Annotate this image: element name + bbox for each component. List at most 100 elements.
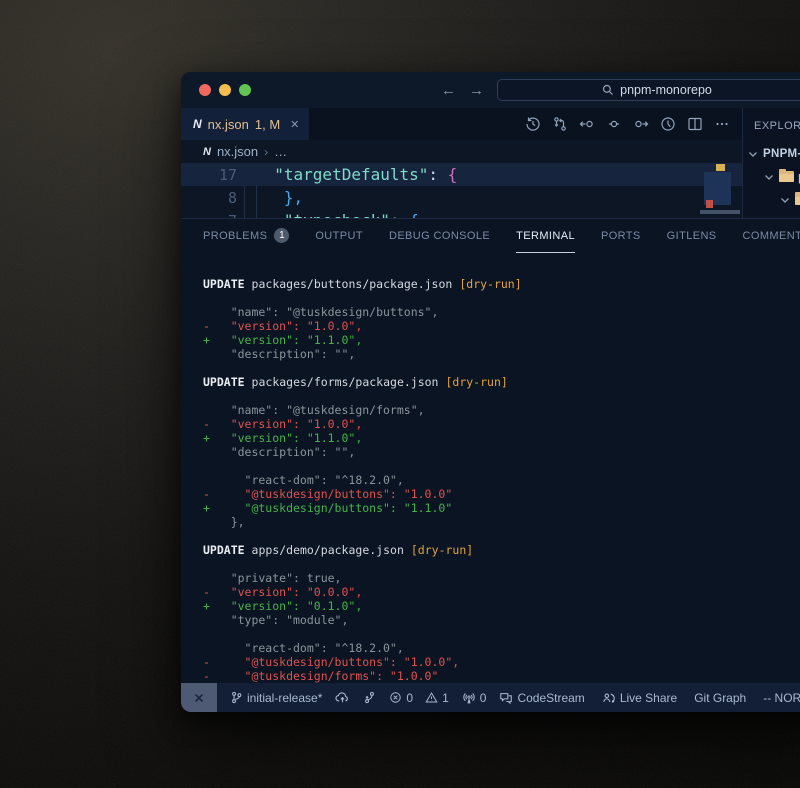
code-line: 7 "typecheck": {: [181, 209, 742, 218]
editor-actions: [525, 108, 742, 140]
remote-icon: [192, 691, 206, 705]
tab-gitlens[interactable]: GITLENS: [667, 219, 717, 253]
git-branch-button[interactable]: initial-release*: [230, 691, 322, 705]
problems-button[interactable]: 0 1: [389, 691, 448, 705]
explorer-folder-item[interactable]: [743, 188, 800, 211]
git-compare-icon[interactable]: [552, 116, 568, 132]
terminal-context-line: "react-dom": "^18.2.0",: [203, 641, 800, 655]
problems-count-badge: 1: [274, 228, 289, 243]
remote-indicator-button[interactable]: [181, 683, 217, 712]
terminal-context-line: "name": "@tuskdesign/buttons",: [203, 305, 800, 319]
nx-file-icon: N: [193, 117, 202, 131]
minimap[interactable]: [704, 163, 742, 218]
explorer-collapsed-item[interactable]: [743, 211, 800, 218]
explorer-folder-item[interactable]: packages: [743, 165, 800, 188]
minimize-window-button[interactable]: [219, 84, 231, 96]
terminal-update-line: UPDATEapps/demo/package.json[dry-run]: [203, 543, 800, 557]
indent-guide: [244, 186, 245, 218]
gitlens-graph-button[interactable]: [363, 691, 376, 704]
panel-tabs: PROBLEMS1 OUTPUT DEBUG CONSOLE TERMINAL …: [181, 219, 800, 253]
tab-nx-json[interactable]: N nx.json 1, M ✕: [181, 108, 309, 140]
live-share-button[interactable]: Live Share: [602, 691, 677, 705]
terminal-blank-line: [203, 389, 800, 403]
more-actions-icon[interactable]: [714, 116, 730, 132]
change-dot-icon[interactable]: [606, 116, 622, 132]
search-value: pnpm-monorepo: [620, 83, 712, 97]
terminal-blank-line: [203, 627, 800, 641]
terminal-deletion-line: - "version": "1.0.0",: [203, 417, 800, 431]
terminal-context-line: "description": "",: [203, 347, 800, 361]
warning-icon: [425, 691, 438, 704]
tab-terminal[interactable]: TERMINAL: [516, 219, 575, 253]
main-row: N nx.json 1, M ✕ N nx.js: [181, 108, 800, 218]
terminal-context-line: "description": "",: [203, 445, 800, 459]
horizontal-scrollbar[interactable]: [700, 210, 740, 214]
tab-ports[interactable]: PORTS: [601, 219, 641, 253]
editor-group: N nx.json 1, M ✕ N nx.js: [181, 108, 742, 218]
status-bar: initial-release* 0 1 0 CodeStream Live S…: [181, 683, 800, 712]
maximize-window-button[interactable]: [239, 84, 251, 96]
tab-comments[interactable]: COMMENTS: [743, 219, 800, 253]
terminal-deletion-line: - "version": "0.0.0",: [203, 585, 800, 599]
tab-output[interactable]: OUTPUT: [315, 219, 363, 253]
traffic-lights: [181, 84, 251, 96]
timeline-history-icon[interactable]: [525, 116, 541, 132]
tab-debug-console[interactable]: DEBUG CONSOLE: [389, 219, 490, 253]
code-editor[interactable]: 17 "targetDefaults": { 8 }, 7 "typecheck…: [181, 163, 742, 218]
breadcrumb-file[interactable]: nx.json: [217, 144, 258, 159]
indent-guide: [256, 186, 257, 218]
nx-file-icon: N: [203, 146, 211, 158]
terminal-addition-line: + "@tuskdesign/buttons": "1.1.0": [203, 501, 800, 515]
broadcast-icon: [462, 691, 476, 705]
terminal-addition-line: + "version": "1.1.0",: [203, 431, 800, 445]
close-window-button[interactable]: [199, 84, 211, 96]
chevron-right-icon: ›: [264, 145, 268, 159]
chevron-down-icon: [747, 148, 759, 160]
line-number: 8: [181, 189, 237, 207]
code-line: 8 },: [181, 186, 742, 209]
tab-close-icon[interactable]: ✕: [290, 118, 299, 131]
folder-open-icon: [795, 194, 800, 205]
git-graph-button[interactable]: Git Graph: [694, 691, 746, 705]
explorer-root-item[interactable]: PNPM-MONOREPO: [743, 142, 800, 165]
git-branch-icon: [230, 691, 243, 704]
terminal-blank-line: [203, 459, 800, 473]
tab-problems[interactable]: PROBLEMS1: [203, 219, 289, 253]
chevron-down-icon: [779, 194, 791, 206]
terminal-output[interactable]: UPDATEpackages/buttons/package.json[dry-…: [181, 253, 800, 683]
line-number: 17: [181, 166, 237, 184]
tab-bar: N nx.json 1, M ✕: [181, 108, 742, 140]
search-icon: [602, 84, 614, 96]
open-changes-icon[interactable]: [660, 116, 676, 132]
terminal-addition-line: + "version": "1.1.0",: [203, 333, 800, 347]
bottom-panel: PROBLEMS1 OUTPUT DEBUG CONSOLE TERMINAL …: [181, 218, 800, 683]
cloud-upload-icon: [335, 690, 350, 705]
breadcrumb-more[interactable]: …: [274, 144, 287, 159]
code-line: 17 "targetDefaults": {: [181, 163, 742, 186]
publish-changes-button[interactable]: [335, 690, 350, 705]
commit-graph-icon: [363, 691, 376, 704]
minimap-error-mark: [706, 200, 713, 208]
terminal-blank-line: [203, 361, 800, 375]
terminal-update-line: UPDATEpackages/forms/package.json[dry-ru…: [203, 375, 800, 389]
command-center-search[interactable]: pnpm-monorepo: [497, 79, 800, 101]
nav-forward-button[interactable]: →: [469, 82, 484, 99]
breadcrumb[interactable]: N nx.json › …: [181, 140, 742, 163]
titlebar: ← → pnpm-monorepo: [181, 72, 800, 108]
terminal-deletion-line: - "@tuskdesign/buttons": "1.0.0",: [203, 655, 800, 669]
terminal-context-line: },: [203, 515, 800, 529]
previous-change-icon[interactable]: [579, 116, 595, 132]
nav-back-button[interactable]: ←: [441, 82, 456, 99]
tab-problems-modified-badge: 1, M: [255, 117, 280, 132]
split-editor-icon[interactable]: [687, 116, 703, 132]
vim-mode-indicator: -- NORMAL --: [763, 691, 800, 705]
terminal-context-line: "private": true,: [203, 571, 800, 585]
terminal-deletion-line: - "@tuskdesign/forms": "1.0.0": [203, 669, 800, 683]
explorer-header: EXPLORER: [743, 116, 800, 142]
ports-forwarded-button[interactable]: 0: [462, 691, 487, 705]
terminal-blank-line: [203, 291, 800, 305]
terminal-context-line: "type": "module",: [203, 613, 800, 627]
codestream-button[interactable]: CodeStream: [499, 691, 584, 705]
next-change-icon[interactable]: [633, 116, 649, 132]
terminal-context-line: "name": "@tuskdesign/forms",: [203, 403, 800, 417]
